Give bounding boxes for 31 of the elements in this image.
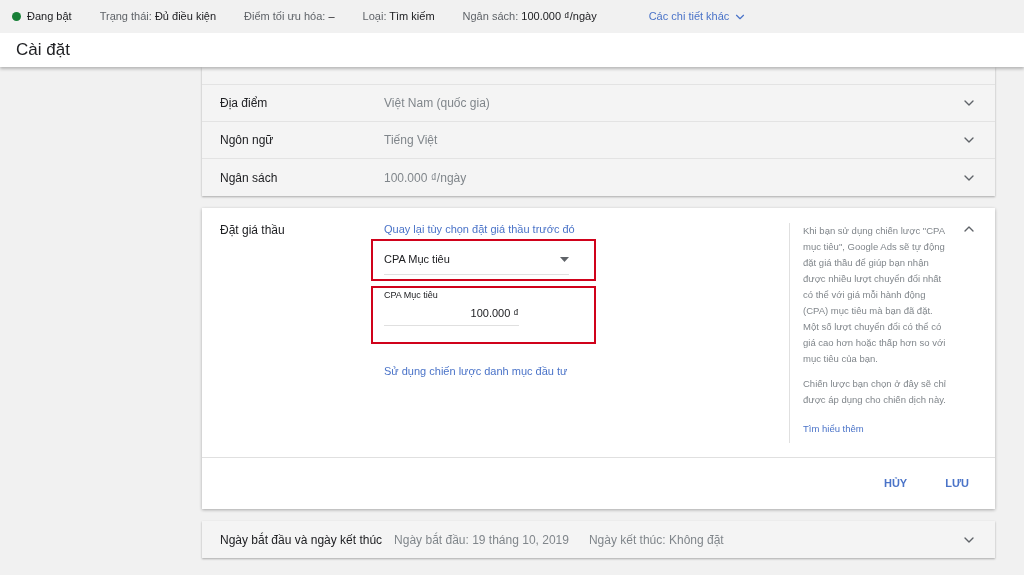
end-date: Ngày kết thúc: Không đặt — [588, 531, 724, 549]
dates-row[interactable]: Ngày bắt đầu và ngày kết thúc Ngày bắt đầu: 19 tháng 10, 2019 Ngày kết thúc: Không đặt — [202, 521, 995, 558]
start-date: Ngày bắt đầu: 19 tháng 10, 2019 — [394, 531, 569, 549]
field-label: CPA Mục tiêu — [384, 288, 439, 302]
row-label: Ngôn ngữ — [220, 132, 275, 149]
more-details-link[interactable]: Các chi tiết khác — [648, 8, 748, 25]
row-label: Ngân sách — [220, 169, 279, 187]
help-text: Chiến lược bạn chọn ở đây sẽ chỉ được áp dụng cho chiến dịch này. — [803, 377, 947, 407]
status-detail: Loại: Tìm kiếm — [362, 9, 435, 25]
portfolio-link[interactable]: Sử dụng chiến lược danh mục đầu tư — [384, 362, 609, 379]
bidding-label: Đặt giá thầu — [220, 222, 286, 239]
action-button[interactable]: LƯU — [937, 471, 977, 496]
learn-more-link[interactable]: Tìm hiểu thêm — [803, 421, 949, 437]
back-link[interactable]: Quay lại tùy chọn đặt giá thầu trước đó — [384, 221, 609, 238]
row-label: Ngày bắt đầu và ngày kết thúc — [220, 531, 383, 549]
cpa-input-field[interactable]: 100.000 ₫ — [384, 302, 519, 326]
status-text: Đang bật — [27, 9, 72, 25]
status-detail: Điểm tối ưu hóa: – — [244, 9, 335, 25]
status-detail: Ngân sách: 100.000 ₫/ngày — [462, 9, 597, 25]
dropdown-arrow-icon — [560, 256, 569, 262]
status-detail: Trạng thái: Đủ điều kiện — [99, 9, 217, 25]
page-title: Cài đặt — [16, 39, 70, 62]
settings-row[interactable]: Ngôn ngữ Tiếng Việt — [202, 122, 995, 159]
action-button[interactable]: HỦY — [875, 471, 916, 496]
settings-row[interactable]: Địa điểm Việt Nam (quốc gia) — [202, 85, 995, 122]
row-label: Địa điểm — [220, 95, 269, 112]
settings-row[interactable]: Ngân sách 100.000 ₫/ngày — [202, 159, 995, 196]
row-value: Việt Nam (quốc gia) — [384, 95, 491, 112]
row-value: Tiếng Việt — [384, 132, 439, 149]
help-text: Khi bạn sử dụng chiến lược "CPA mục tiêu", Google Ads sẽ tự động đặt giá thầu để giúp bạn nhận được nhiều lượt chuyển đổi nhất có thể với giá mỗi hành động (CPA) mục tiêu mà bạn đã đặt. Một số lượt chuyển đổi có thể có giá cao hơn hoặc thấp hơn so với mục tiêu của bạn. — [803, 224, 947, 366]
row-value: 100.000 ₫/ngày — [384, 169, 468, 187]
